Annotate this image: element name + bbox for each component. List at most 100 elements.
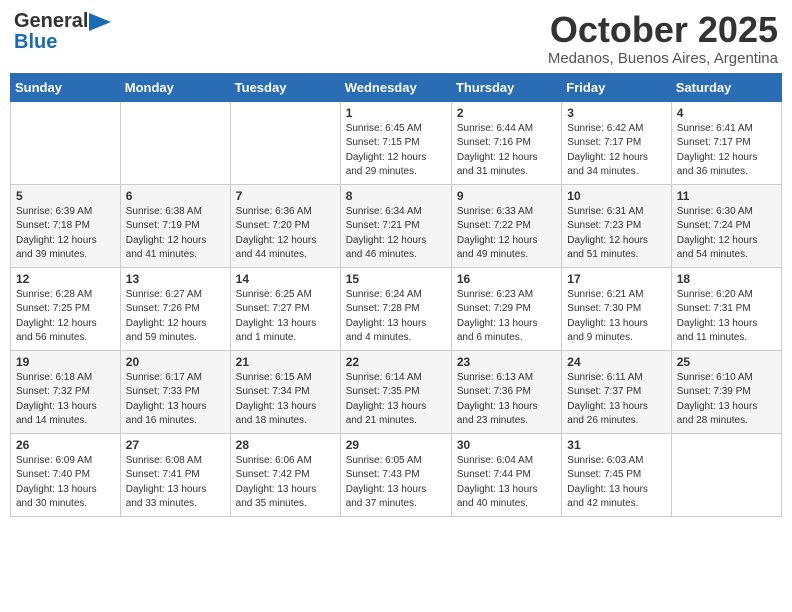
- day-number: 16: [457, 272, 556, 286]
- calendar-week-row: 1 Sunrise: 6:45 AM Sunset: 7:15 PM Daylig…: [11, 101, 782, 184]
- day-info: Sunrise: 6:36 AM Sunset: 7:20 PM Dayligh…: [236, 205, 335, 263]
- calendar-cell: 21 Sunrise: 6:15 AM Sunset: 7:34 PM Dayli…: [230, 350, 340, 433]
- day-number: 8: [346, 189, 446, 203]
- calendar-cell: 22 Sunrise: 6:14 AM Sunset: 7:35 PM Dayli…: [340, 350, 451, 433]
- calendar-table: SundayMondayTuesdayWednesdayThursdayFrid…: [10, 73, 782, 517]
- day-number: 20: [126, 355, 225, 369]
- title-block: October 2025 Medanos, Buenos Aires, Arge…: [548, 10, 778, 67]
- calendar-cell: 30 Sunrise: 6:04 AM Sunset: 7:44 PM Dayli…: [451, 433, 561, 516]
- day-info: Sunrise: 6:14 AM Sunset: 7:35 PM Dayligh…: [346, 371, 446, 429]
- day-number: 15: [346, 272, 446, 286]
- calendar-cell: 10 Sunrise: 6:31 AM Sunset: 7:23 PM Dayli…: [562, 184, 671, 267]
- calendar-week-row: 26 Sunrise: 6:09 AM Sunset: 7:40 PM Dayli…: [11, 433, 782, 516]
- logo: General Blue: [14, 10, 111, 54]
- calendar-cell: 31 Sunrise: 6:03 AM Sunset: 7:45 PM Dayli…: [562, 433, 671, 516]
- calendar-cell: 25Sunrise: 6:10 AM Sunset: 7:39 PM Dayli…: [671, 350, 781, 433]
- day-info: Sunrise: 6:34 AM Sunset: 7:21 PM Dayligh…: [346, 205, 446, 263]
- calendar-cell: [230, 101, 340, 184]
- calendar-cell: 2 Sunrise: 6:44 AM Sunset: 7:16 PM Daylig…: [451, 101, 561, 184]
- calendar-header-thursday: Thursday: [451, 73, 561, 101]
- day-info: Sunrise: 6:06 AM Sunset: 7:42 PM Dayligh…: [236, 454, 335, 512]
- day-number: 21: [236, 355, 335, 369]
- month-title: October 2025: [548, 10, 778, 50]
- day-number: 5: [16, 189, 115, 203]
- day-number: 23: [457, 355, 556, 369]
- calendar-cell: 17 Sunrise: 6:21 AM Sunset: 7:30 PM Dayli…: [562, 267, 671, 350]
- day-info: Sunrise: 6:17 AM Sunset: 7:33 PM Dayligh…: [126, 371, 225, 429]
- day-number: 6: [126, 189, 225, 203]
- calendar-cell: 7Sunrise: 6:36 AM Sunset: 7:20 PM Daylig…: [230, 184, 340, 267]
- day-info: Sunrise: 6:25 AM Sunset: 7:27 PM Dayligh…: [236, 288, 335, 346]
- day-number: 14: [236, 272, 335, 286]
- day-number: 27: [126, 438, 225, 452]
- calendar-cell: 20 Sunrise: 6:17 AM Sunset: 7:33 PM Dayli…: [120, 350, 230, 433]
- day-info: Sunrise: 6:23 AM Sunset: 7:29 PM Dayligh…: [457, 288, 556, 346]
- day-number: 11: [677, 189, 776, 203]
- day-number: 26: [16, 438, 115, 452]
- calendar-header-tuesday: Tuesday: [230, 73, 340, 101]
- day-info: Sunrise: 6:20 AM Sunset: 7:31 PM Dayligh…: [677, 288, 776, 346]
- day-info: Sunrise: 6:30 AM Sunset: 7:24 PM Dayligh…: [677, 205, 776, 263]
- day-number: 12: [16, 272, 115, 286]
- day-info: Sunrise: 6:13 AM Sunset: 7:36 PM Dayligh…: [457, 371, 556, 429]
- day-number: 13: [126, 272, 225, 286]
- day-info: Sunrise: 6:33 AM Sunset: 7:22 PM Dayligh…: [457, 205, 556, 263]
- calendar-cell: [120, 101, 230, 184]
- day-info: Sunrise: 6:45 AM Sunset: 7:15 PM Dayligh…: [346, 122, 446, 180]
- day-info: Sunrise: 6:27 AM Sunset: 7:26 PM Dayligh…: [126, 288, 225, 346]
- day-info: Sunrise: 6:44 AM Sunset: 7:16 PM Dayligh…: [457, 122, 556, 180]
- day-info: Sunrise: 6:03 AM Sunset: 7:45 PM Dayligh…: [567, 454, 665, 512]
- day-info: Sunrise: 6:09 AM Sunset: 7:40 PM Dayligh…: [16, 454, 115, 512]
- day-number: 17: [567, 272, 665, 286]
- calendar-week-row: 19Sunrise: 6:18 AM Sunset: 7:32 PM Dayli…: [11, 350, 782, 433]
- logo-blue: Blue: [14, 31, 111, 54]
- calendar-cell: 18Sunrise: 6:20 AM Sunset: 7:31 PM Dayli…: [671, 267, 781, 350]
- calendar-cell: [11, 101, 121, 184]
- calendar-cell: 27 Sunrise: 6:08 AM Sunset: 7:41 PM Dayli…: [120, 433, 230, 516]
- day-number: 31: [567, 438, 665, 452]
- day-info: Sunrise: 6:38 AM Sunset: 7:19 PM Dayligh…: [126, 205, 225, 263]
- calendar-header-friday: Friday: [562, 73, 671, 101]
- location: Medanos, Buenos Aires, Argentina: [548, 50, 778, 67]
- calendar-cell: 3Sunrise: 6:42 AM Sunset: 7:17 PM Daylig…: [562, 101, 671, 184]
- calendar-cell: 24Sunrise: 6:11 AM Sunset: 7:37 PM Dayli…: [562, 350, 671, 433]
- day-info: Sunrise: 6:41 AM Sunset: 7:17 PM Dayligh…: [677, 122, 776, 180]
- calendar-header-wednesday: Wednesday: [340, 73, 451, 101]
- calendar-cell: 8 Sunrise: 6:34 AM Sunset: 7:21 PM Daylig…: [340, 184, 451, 267]
- day-info: Sunrise: 6:28 AM Sunset: 7:25 PM Dayligh…: [16, 288, 115, 346]
- page-header: General Blue October 2025 Medanos, Bueno…: [10, 10, 782, 67]
- day-info: Sunrise: 6:21 AM Sunset: 7:30 PM Dayligh…: [567, 288, 665, 346]
- day-info: Sunrise: 6:15 AM Sunset: 7:34 PM Dayligh…: [236, 371, 335, 429]
- calendar-cell: 29Sunrise: 6:05 AM Sunset: 7:43 PM Dayli…: [340, 433, 451, 516]
- calendar-cell: 6 Sunrise: 6:38 AM Sunset: 7:19 PM Daylig…: [120, 184, 230, 267]
- day-info: Sunrise: 6:04 AM Sunset: 7:44 PM Dayligh…: [457, 454, 556, 512]
- calendar-header-row: SundayMondayTuesdayWednesdayThursdayFrid…: [11, 73, 782, 101]
- day-number: 4: [677, 106, 776, 120]
- day-info: Sunrise: 6:18 AM Sunset: 7:32 PM Dayligh…: [16, 371, 115, 429]
- logo-general: General: [14, 10, 88, 33]
- calendar-week-row: 5 Sunrise: 6:39 AM Sunset: 7:18 PM Daylig…: [11, 184, 782, 267]
- day-number: 28: [236, 438, 335, 452]
- calendar-header-monday: Monday: [120, 73, 230, 101]
- calendar-cell: 15 Sunrise: 6:24 AM Sunset: 7:28 PM Dayli…: [340, 267, 451, 350]
- day-number: 2: [457, 106, 556, 120]
- day-info: Sunrise: 6:42 AM Sunset: 7:17 PM Dayligh…: [567, 122, 665, 180]
- day-info: Sunrise: 6:10 AM Sunset: 7:39 PM Dayligh…: [677, 371, 776, 429]
- day-info: Sunrise: 6:31 AM Sunset: 7:23 PM Dayligh…: [567, 205, 665, 263]
- day-number: 30: [457, 438, 556, 452]
- day-info: Sunrise: 6:05 AM Sunset: 7:43 PM Dayligh…: [346, 454, 446, 512]
- day-number: 1: [346, 106, 446, 120]
- day-info: Sunrise: 6:24 AM Sunset: 7:28 PM Dayligh…: [346, 288, 446, 346]
- day-info: Sunrise: 6:39 AM Sunset: 7:18 PM Dayligh…: [16, 205, 115, 263]
- calendar-cell: 4 Sunrise: 6:41 AM Sunset: 7:17 PM Daylig…: [671, 101, 781, 184]
- day-number: 10: [567, 189, 665, 203]
- calendar-cell: 26 Sunrise: 6:09 AM Sunset: 7:40 PM Dayli…: [11, 433, 121, 516]
- day-info: Sunrise: 6:08 AM Sunset: 7:41 PM Dayligh…: [126, 454, 225, 512]
- day-number: 22: [346, 355, 446, 369]
- calendar-cell: [671, 433, 781, 516]
- calendar-cell: 11 Sunrise: 6:30 AM Sunset: 7:24 PM Dayli…: [671, 184, 781, 267]
- calendar-header-saturday: Saturday: [671, 73, 781, 101]
- calendar-cell: 19Sunrise: 6:18 AM Sunset: 7:32 PM Dayli…: [11, 350, 121, 433]
- calendar-cell: 14 Sunrise: 6:25 AM Sunset: 7:27 PM Dayli…: [230, 267, 340, 350]
- calendar-header-sunday: Sunday: [11, 73, 121, 101]
